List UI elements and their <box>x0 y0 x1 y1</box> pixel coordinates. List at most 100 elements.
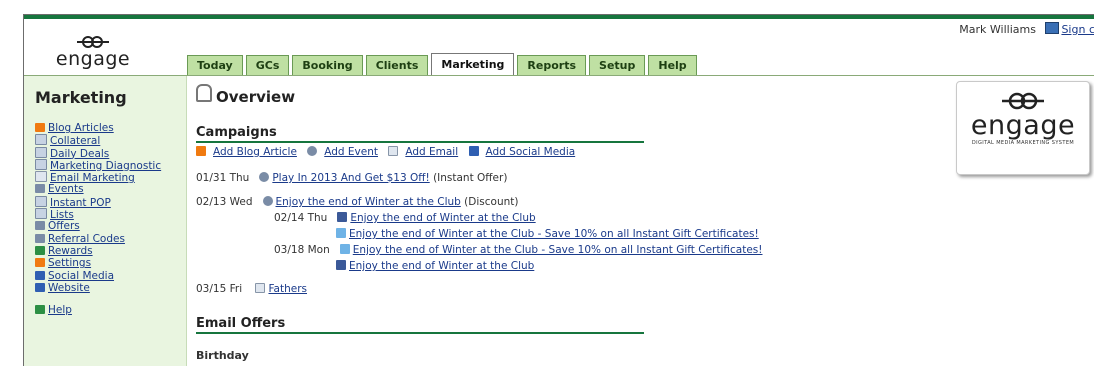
brand-word: engage <box>970 110 1076 141</box>
social-post: 02/14 Thu Enjoy the end of Winter at the… <box>274 212 536 225</box>
sidebar-item-label[interactable]: Daily Deals <box>50 148 109 160</box>
add-event[interactable]: Add Event <box>307 146 378 158</box>
main-content: Overview Campaigns Add Blog Article Add … <box>196 76 936 366</box>
add-email-link[interactable]: Add Email <box>405 146 458 158</box>
tab-help[interactable]: Help <box>648 55 697 76</box>
post-date: 02/14 Thu <box>274 212 328 224</box>
sidebar-item-social-media[interactable]: Social Media <box>35 270 186 282</box>
social-post: Enjoy the end of Winter at the Club <box>336 260 534 273</box>
lists-icon <box>35 208 47 220</box>
settings-icon <box>35 258 45 268</box>
tab-setup[interactable]: Setup <box>589 55 646 76</box>
tab-booking[interactable]: Booking <box>292 55 363 76</box>
sidebar-item-referral-codes[interactable]: Referral Codes <box>35 233 186 245</box>
clock-icon <box>307 146 318 156</box>
campaigns-heading: Campaigns <box>196 125 644 143</box>
campaign-entry: 02/13 Wed Enjoy the end of Winter at the… <box>196 196 518 209</box>
tab-clients[interactable]: Clients <box>365 55 429 76</box>
add-social-media-link[interactable]: Add Social Media <box>486 146 576 158</box>
rss-icon <box>35 123 45 132</box>
campaign-type: (Instant Offer) <box>433 172 508 184</box>
engage-logo[interactable]: engage <box>24 27 162 77</box>
email-icon <box>35 171 47 183</box>
email-icon <box>255 283 266 293</box>
sign-out-icon[interactable] <box>1045 22 1060 34</box>
overview-icon <box>196 84 212 102</box>
engage-logo-mark-icon <box>77 36 109 48</box>
sidebar-item-label[interactable]: Blog Articles <box>48 122 114 134</box>
email-icon <box>388 146 399 156</box>
facebook-icon <box>337 212 348 222</box>
sidebar-item-website[interactable]: Website <box>35 282 186 294</box>
user-name: Mark Williams <box>959 23 1036 36</box>
social-post: 03/18 Mon Enjoy the end of Winter at the… <box>274 244 762 257</box>
add-event-link[interactable]: Add Event <box>324 146 378 158</box>
sidebar-item-settings[interactable]: Settings <box>35 257 186 269</box>
campaign-link[interactable]: Enjoy the end of Winter at the Club <box>276 196 461 208</box>
offer-clock-icon <box>259 172 270 182</box>
sidebar-item-label[interactable]: Lists <box>50 209 74 221</box>
tab-marketing[interactable]: Marketing <box>431 53 515 76</box>
sidebar-item-label[interactable]: Social Media <box>48 270 114 282</box>
sidebar-item-label[interactable]: Email Marketing <box>50 172 135 184</box>
campaign-date: 02/13 Wed <box>196 196 253 208</box>
post-link[interactable]: Enjoy the end of Winter at the Club - Sa… <box>353 244 763 256</box>
sidebar-item-rewards[interactable]: Rewards <box>35 245 186 257</box>
sidebar-item-label[interactable]: Marketing Diagnostic <box>50 160 161 172</box>
sidebar-item-label[interactable]: Help <box>48 304 72 316</box>
sidebar-item-email-marketing[interactable]: Email Marketing <box>35 171 186 184</box>
facebook-icon <box>336 260 346 270</box>
sidebar-item-label[interactable]: Collateral <box>50 135 100 147</box>
tab-today[interactable]: Today <box>187 55 243 76</box>
post-link[interactable]: Enjoy the end of Winter at the Club <box>349 260 534 272</box>
add-blog-article-link[interactable]: Add Blog Article <box>213 146 297 158</box>
sidebar-item-label[interactable]: Instant POP <box>50 197 111 209</box>
offer-clock-icon <box>262 196 273 206</box>
offers-icon <box>35 221 45 231</box>
sidebar-item-label[interactable]: Referral Codes <box>48 233 125 245</box>
tab-reports[interactable]: Reports <box>517 55 587 76</box>
add-blog-article[interactable]: Add Blog Article <box>196 146 297 158</box>
campaign-date: 03/15 Fri <box>196 283 243 295</box>
add-links: Add Blog Article Add Event Add Email Add… <box>196 146 582 159</box>
user-bar: Mark Williams Sign c <box>959 22 1094 36</box>
engage-logo-mark-icon <box>1002 92 1044 110</box>
campaign-type: (Discount) <box>464 196 519 208</box>
rewards-icon <box>35 245 45 255</box>
referral-icon <box>35 233 45 243</box>
events-icon <box>35 184 45 194</box>
diagnostic-icon <box>35 158 47 170</box>
sidebar-item-events[interactable]: Events <box>35 183 186 195</box>
sidebar-nav: Blog Articles Collateral Daily Deals Mar… <box>24 122 186 316</box>
campaign-link[interactable]: Play In 2013 And Get $13 Off! <box>272 172 429 184</box>
campaign-link[interactable]: Fathers <box>268 283 307 295</box>
sidebar-item-instant-pop[interactable]: Instant POP <box>35 195 186 209</box>
sidebar-item-label[interactable]: Offers <box>48 220 80 232</box>
post-link[interactable]: Enjoy the end of Winter at the Club - Sa… <box>349 228 759 240</box>
website-icon <box>35 282 45 292</box>
sidebar-item-blog-articles[interactable]: Blog Articles <box>35 122 186 134</box>
sidebar-item-label[interactable]: Website <box>48 282 90 294</box>
sidebar-item-help[interactable]: Help <box>35 304 186 316</box>
window-top-margin <box>0 0 1094 14</box>
sidebar-item-label[interactable]: Settings <box>48 257 91 269</box>
add-social-media[interactable]: Add Social Media <box>468 146 576 158</box>
sidebar-item-offers[interactable]: Offers <box>35 220 186 232</box>
campaign-date: 01/31 Thu <box>196 172 250 184</box>
sidebar-item-daily-deals[interactable]: Daily Deals <box>35 146 186 160</box>
sidebar-item-label[interactable]: Events <box>48 183 84 195</box>
brand-tagline: DIGITAL MEDIA MARKETING SYSTEM <box>971 140 1075 146</box>
sidebar-item-label[interactable]: Rewards <box>48 245 93 257</box>
sign-out-link[interactable]: Sign c <box>1061 23 1094 36</box>
rss-icon <box>196 146 206 156</box>
sidebar-item-marketing-diagnostic[interactable]: Marketing Diagnostic <box>35 158 186 172</box>
tab-gcs[interactable]: GCs <box>245 55 290 76</box>
app-page: engage Mark Williams Sign c Today GCs Book… <box>23 14 1094 366</box>
sidebar-item-lists[interactable]: Lists <box>35 208 186 221</box>
campaign-entry: 01/31 Thu Play In 2013 And Get $13 Off! … <box>196 172 507 185</box>
logo-text: engage <box>55 48 131 70</box>
post-link[interactable]: Enjoy the end of Winter at the Club <box>350 212 535 224</box>
add-email[interactable]: Add Email <box>388 146 458 158</box>
sidebar-item-collateral[interactable]: Collateral <box>35 134 186 147</box>
social-icon <box>35 270 45 280</box>
